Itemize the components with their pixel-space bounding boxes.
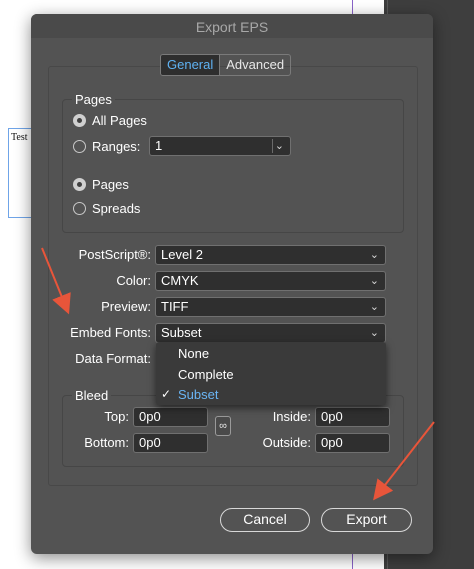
bleed-top-label: Top:	[104, 409, 129, 424]
dropdown-option-subset[interactable]: ✓ Subset	[156, 384, 386, 405]
bleed-inside-field[interactable]: 0p0	[315, 407, 390, 427]
dialog-title: Export EPS	[31, 14, 433, 38]
chevron-down-icon: ⌄	[369, 249, 379, 261]
bleed-top-field[interactable]: 0p0	[133, 407, 208, 427]
chevron-down-icon: ⌄	[369, 327, 379, 339]
pages-group-title: Pages	[72, 92, 115, 107]
chevron-down-icon[interactable]: ⌄	[275, 137, 284, 155]
preview-label: Preview:	[101, 299, 151, 314]
postscript-select[interactable]: Level 2 ⌄	[155, 245, 386, 265]
bleed-bottom-field[interactable]: 0p0	[133, 433, 208, 453]
bleed-bottom-label: Bottom:	[84, 435, 129, 450]
export-button[interactable]: Export	[321, 508, 412, 532]
color-select[interactable]: CMYK ⌄	[155, 271, 386, 291]
preview-value: TIFF	[161, 299, 189, 314]
embed-fonts-label: Embed Fonts:	[70, 325, 151, 340]
postscript-label: PostScript®:	[78, 247, 151, 262]
ranges-radio[interactable]	[73, 140, 86, 153]
embed-fonts-value: Subset	[161, 325, 202, 340]
chevron-down-icon: ⌄	[369, 301, 379, 313]
dropdown-option-complete[interactable]: Complete	[156, 364, 386, 385]
pages-radio[interactable]	[73, 178, 86, 191]
dropdown-option-none[interactable]: None	[156, 343, 386, 364]
color-label: Color:	[116, 273, 151, 288]
document-text: Test	[11, 132, 28, 143]
spreads-radio[interactable]	[73, 202, 86, 215]
spreads-option-label: Spreads	[92, 201, 141, 216]
cancel-button[interactable]: Cancel	[220, 508, 310, 532]
option-label: None	[178, 346, 210, 361]
option-label: Subset	[178, 387, 219, 402]
data-format-label: Data Format:	[75, 351, 151, 366]
chevron-down-icon: ⌄	[369, 275, 379, 287]
pages-option-label: Pages	[92, 177, 129, 192]
embed-fonts-dropdown: None Complete ✓ Subset	[156, 342, 386, 405]
color-value: CMYK	[161, 273, 199, 288]
tab-advanced[interactable]: Advanced	[220, 55, 290, 75]
bleed-outside-field[interactable]: 0p0	[315, 433, 390, 453]
bleed-inside-label: Inside:	[272, 409, 311, 424]
link-icon[interactable]: ∞	[215, 416, 231, 436]
ranges-divider	[272, 139, 273, 153]
preview-select[interactable]: TIFF ⌄	[155, 297, 386, 317]
bleed-group-title: Bleed	[72, 388, 112, 403]
all-pages-radio[interactable]	[73, 114, 86, 127]
all-pages-label: All Pages	[92, 113, 147, 128]
option-label: Complete	[178, 367, 234, 382]
postscript-value: Level 2	[161, 247, 203, 262]
tab-bar: General Advanced	[160, 54, 292, 76]
export-eps-dialog: Export EPS General Advanced Pages All Pa…	[31, 14, 433, 554]
embed-fonts-select[interactable]: Subset ⌄	[155, 323, 386, 343]
tab-general[interactable]: General	[161, 55, 221, 75]
checkmark-icon: ✓	[161, 387, 172, 401]
ranges-field[interactable]: 1 ⌄	[149, 136, 291, 156]
bleed-group	[62, 395, 404, 467]
ranges-label: Ranges:	[92, 139, 141, 154]
ranges-value: 1	[155, 138, 163, 153]
bleed-outside-label: Outside:	[262, 435, 311, 450]
